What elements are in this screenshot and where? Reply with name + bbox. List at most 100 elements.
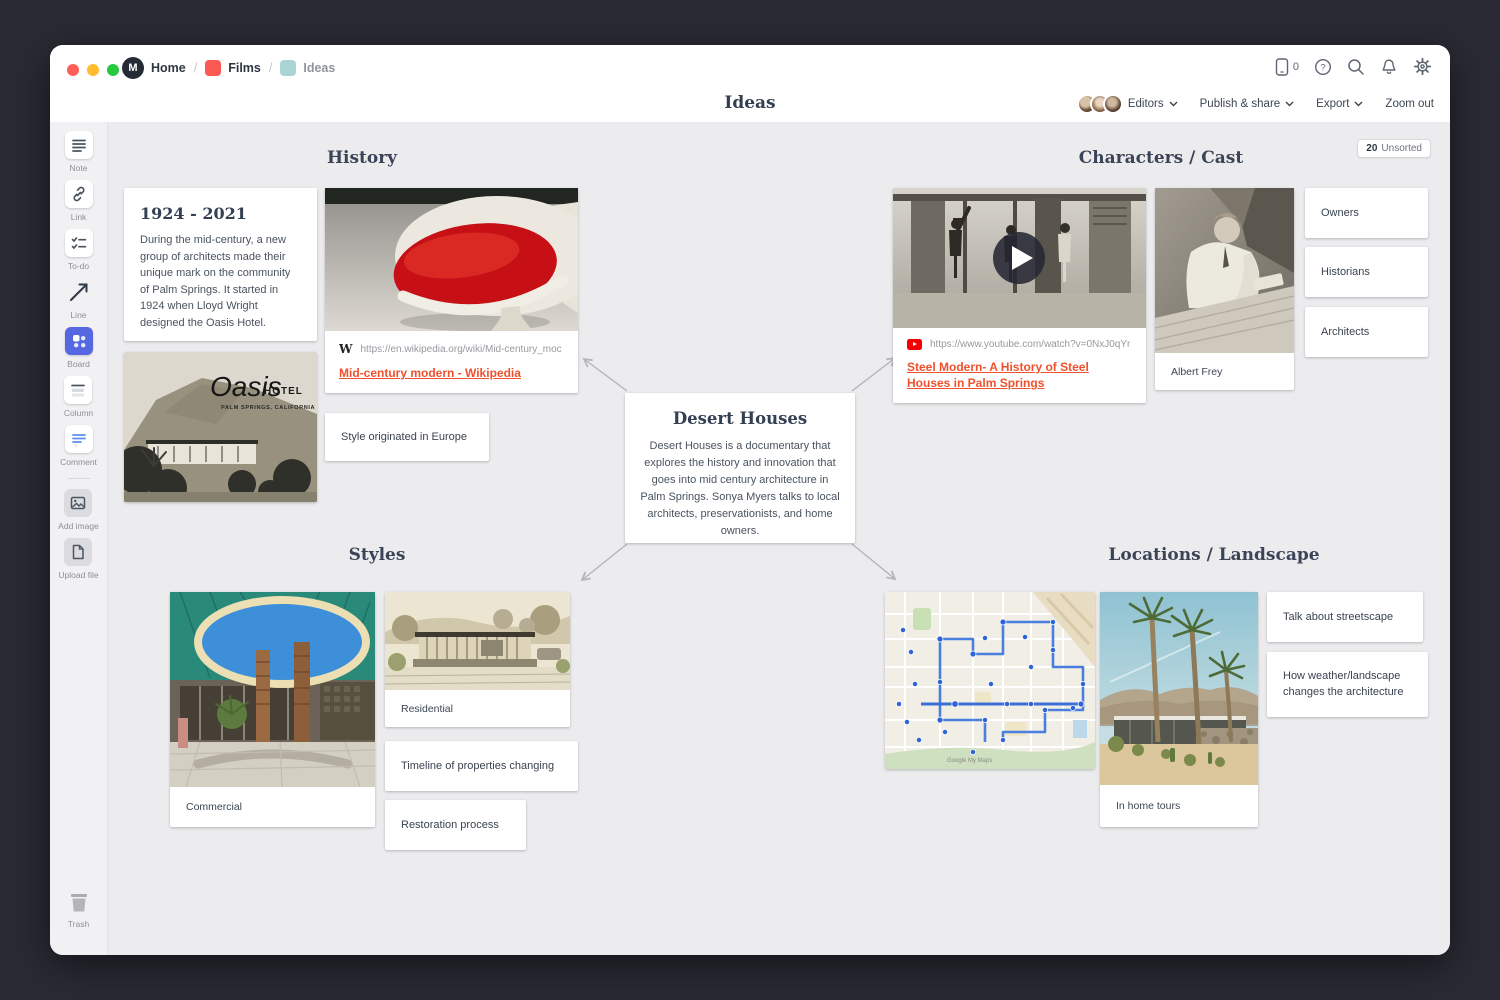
image-caption: In home tours xyxy=(1100,785,1258,827)
publish-share-label: Publish & share xyxy=(1200,98,1281,110)
residential-image-card[interactable]: Residential xyxy=(385,592,570,727)
oasis-hotel-image-card[interactable]: Oasis HOTEL PALM SPRINGS, CALIFORNIA xyxy=(124,352,317,502)
films-board-icon xyxy=(205,60,221,76)
section-title-locations[interactable]: Locations / Landscape xyxy=(1108,545,1319,565)
bell-icon xyxy=(1380,58,1398,76)
window-controls xyxy=(67,64,119,76)
tool-comment[interactable]: Comment xyxy=(60,425,97,467)
tool-todo[interactable]: To-do xyxy=(65,229,93,271)
publish-share-menu[interactable]: Publish & share xyxy=(1200,98,1295,110)
mobile-count: 0 xyxy=(1293,61,1299,73)
breadcrumb-separator: / xyxy=(194,61,197,75)
note-card-style-origin[interactable]: Style originated in Europe xyxy=(325,413,489,461)
svg-text:HOTEL: HOTEL xyxy=(264,386,303,397)
note-icon xyxy=(70,136,88,154)
residential-sketch-image xyxy=(385,592,570,690)
todo-icon xyxy=(70,234,88,252)
section-title-history[interactable]: History xyxy=(327,148,397,168)
svg-text:?: ? xyxy=(1320,62,1325,73)
svg-text:Google My Maps: Google My Maps xyxy=(947,758,992,764)
tool-line[interactable]: Line xyxy=(65,278,93,320)
youtube-link[interactable]: Steel Modern- A History of Steel Houses … xyxy=(907,359,1132,391)
albert-frey-image-card[interactable]: Albert Frey xyxy=(1155,188,1294,390)
svg-text:PALM SPRINGS, CALIFORNIA: PALM SPRINGS, CALIFORNIA xyxy=(221,405,315,411)
trash-icon xyxy=(66,891,92,915)
image-caption: Residential xyxy=(385,690,570,727)
editors-label: Editors xyxy=(1128,98,1164,110)
tool-note[interactable]: Note xyxy=(65,131,93,173)
editor-avatars xyxy=(1077,94,1123,114)
note-card-architects[interactable]: Architects xyxy=(1305,307,1428,357)
desert-houses-card[interactable]: Desert Houses Desert Houses is a documen… xyxy=(625,393,855,543)
wikipedia-favicon: W xyxy=(339,342,352,356)
image-caption: Albert Frey xyxy=(1155,353,1294,390)
unsorted-badge[interactable]: 20 Unsorted xyxy=(1357,139,1431,158)
app-window: M Home / Films / Ideas 0 ? xyxy=(50,45,1450,955)
gear-icon xyxy=(1413,57,1432,76)
tool-upload-file[interactable]: Upload file xyxy=(58,538,98,580)
note-card-historians[interactable]: Historians xyxy=(1305,247,1428,297)
search-button[interactable] xyxy=(1347,58,1365,76)
chevron-down-icon xyxy=(1169,101,1178,107)
note-card-owners[interactable]: Owners xyxy=(1305,188,1428,238)
breadcrumb-separator: / xyxy=(269,61,272,75)
breadcrumb: M Home / Films / Ideas xyxy=(122,57,335,79)
editors-menu[interactable]: Editors xyxy=(1077,94,1178,114)
menu-bar: Ideas Editors Publish & share Export Zoo… xyxy=(50,92,1450,122)
line-arrow-icon xyxy=(67,280,91,304)
minimize-window-button[interactable] xyxy=(87,64,99,76)
breadcrumb-films[interactable]: Films xyxy=(205,60,261,76)
note-card-restoration[interactable]: Restoration process xyxy=(385,800,526,850)
avatar xyxy=(1103,94,1123,114)
note-card-1924[interactable]: 1924 - 2021 During the mid-century, a ne… xyxy=(124,188,317,341)
note-card-streetscape[interactable]: Talk about streetscape xyxy=(1267,592,1423,642)
help-icon: ? xyxy=(1314,58,1332,76)
albert-frey-image xyxy=(1155,188,1294,353)
section-title-styles[interactable]: Styles xyxy=(349,545,406,565)
wikipedia-link-card[interactable]: W https://en.wikipedia.org/wiki/Mid-cent… xyxy=(325,188,578,393)
link-icon xyxy=(70,185,88,203)
tool-link[interactable]: Link xyxy=(65,180,93,222)
search-icon xyxy=(1347,58,1365,76)
ideas-board-icon xyxy=(280,60,296,76)
tool-sidebar: Note Link To-do Line Board Column xyxy=(50,122,108,955)
commercial-image-card[interactable]: Commercial xyxy=(170,592,375,827)
map-image-card[interactable]: Google My Maps xyxy=(885,592,1095,769)
board-title: Ideas xyxy=(724,93,775,113)
maximize-window-button[interactable] xyxy=(107,64,119,76)
breadcrumb-home[interactable]: M Home xyxy=(122,57,186,79)
zoom-out-label: Zoom out xyxy=(1385,98,1434,110)
breadcrumb-ideas-label: Ideas xyxy=(303,61,335,75)
toolbar-divider xyxy=(68,478,90,479)
note-card-weather[interactable]: How weather/landscape changes the archit… xyxy=(1267,652,1428,717)
export-menu[interactable]: Export xyxy=(1316,98,1363,110)
help-button[interactable]: ? xyxy=(1314,58,1332,76)
settings-button[interactable] xyxy=(1413,57,1432,76)
close-window-button[interactable] xyxy=(67,64,79,76)
notifications-button[interactable] xyxy=(1380,58,1398,76)
note-card-timeline[interactable]: Timeline of properties changing xyxy=(385,741,578,791)
palm-springs-image-card[interactable]: In home tours xyxy=(1100,592,1258,827)
tool-add-image[interactable]: Add image xyxy=(58,489,99,531)
column-icon xyxy=(69,381,87,399)
mobile-preview-button[interactable]: 0 xyxy=(1275,58,1299,76)
youtube-video-card[interactable]: https://www.youtube.com/watch?v=0NxJ0qYr… xyxy=(893,188,1146,403)
link-url: https://www.youtube.com/watch?v=0NxJ0qYr xyxy=(930,339,1130,350)
trash[interactable]: Trash xyxy=(50,891,107,929)
zoom-out-button[interactable]: Zoom out xyxy=(1385,98,1434,110)
section-title-characters[interactable]: Characters / Cast xyxy=(1079,148,1243,168)
tool-column[interactable]: Column xyxy=(64,376,93,418)
tool-board[interactable]: Board xyxy=(65,327,93,369)
board-canvas[interactable]: 20 Unsorted History Characters / Cast St… xyxy=(108,122,1450,955)
tulip-chair-image xyxy=(325,188,578,331)
comment-icon xyxy=(70,430,88,448)
titlebar: M Home / Films / Ideas 0 ? xyxy=(50,45,1450,92)
breadcrumb-home-label: Home xyxy=(151,61,186,75)
export-label: Export xyxy=(1316,98,1349,110)
youtube-favicon xyxy=(907,339,922,350)
chevron-down-icon xyxy=(1354,101,1363,107)
video-thumbnail[interactable] xyxy=(893,188,1146,328)
breadcrumb-ideas[interactable]: Ideas xyxy=(280,60,335,76)
add-image-icon xyxy=(69,494,87,512)
wikipedia-link[interactable]: Mid-century modern - Wikipedia xyxy=(339,365,564,381)
